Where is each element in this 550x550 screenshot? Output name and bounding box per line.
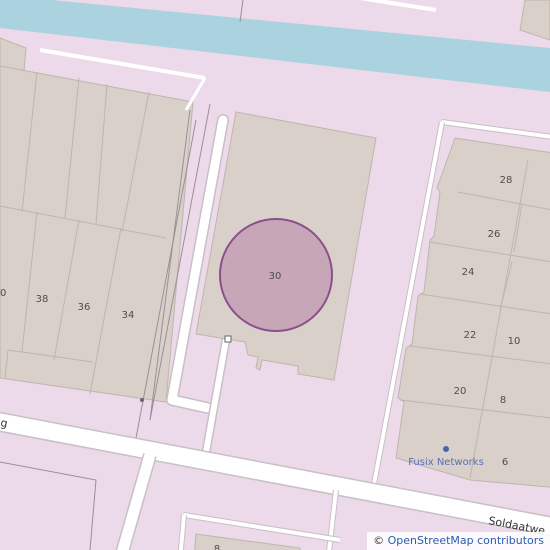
house-number-6: 6 <box>502 457 508 468</box>
house-number-36: 36 <box>78 302 91 313</box>
house-number-30: 30 <box>269 271 282 282</box>
house-number-26: 26 <box>488 229 501 240</box>
house-number-22: 22 <box>464 330 477 341</box>
house-number-40-partial: 40 <box>0 288 6 299</box>
house-number-24: 24 <box>462 267 475 278</box>
house-number-10: 10 <box>508 336 521 347</box>
poi-label-fusix-networks[interactable]: Fusix Networks <box>408 457 484 468</box>
house-number-28: 28 <box>500 175 513 186</box>
map-attribution: © OpenStreetMap contributors <box>367 532 550 550</box>
house-number-34: 34 <box>122 310 135 321</box>
house-number-20: 20 <box>454 386 467 397</box>
house-number-8: 8 <box>500 395 506 406</box>
bench-point <box>140 398 144 402</box>
map-canvas[interactable]: 30 28 26 24 22 10 20 8 6 38 36 34 40 8 S… <box>0 0 550 550</box>
house-number-bottom-partial: 8 <box>214 544 220 550</box>
entrance-marker <box>224 335 232 343</box>
attribution-link[interactable]: OpenStreetMap contributors <box>388 534 544 547</box>
copyright-symbol: © <box>373 534 385 547</box>
house-number-38: 38 <box>36 294 49 305</box>
poi-dot-icon[interactable] <box>443 446 449 452</box>
